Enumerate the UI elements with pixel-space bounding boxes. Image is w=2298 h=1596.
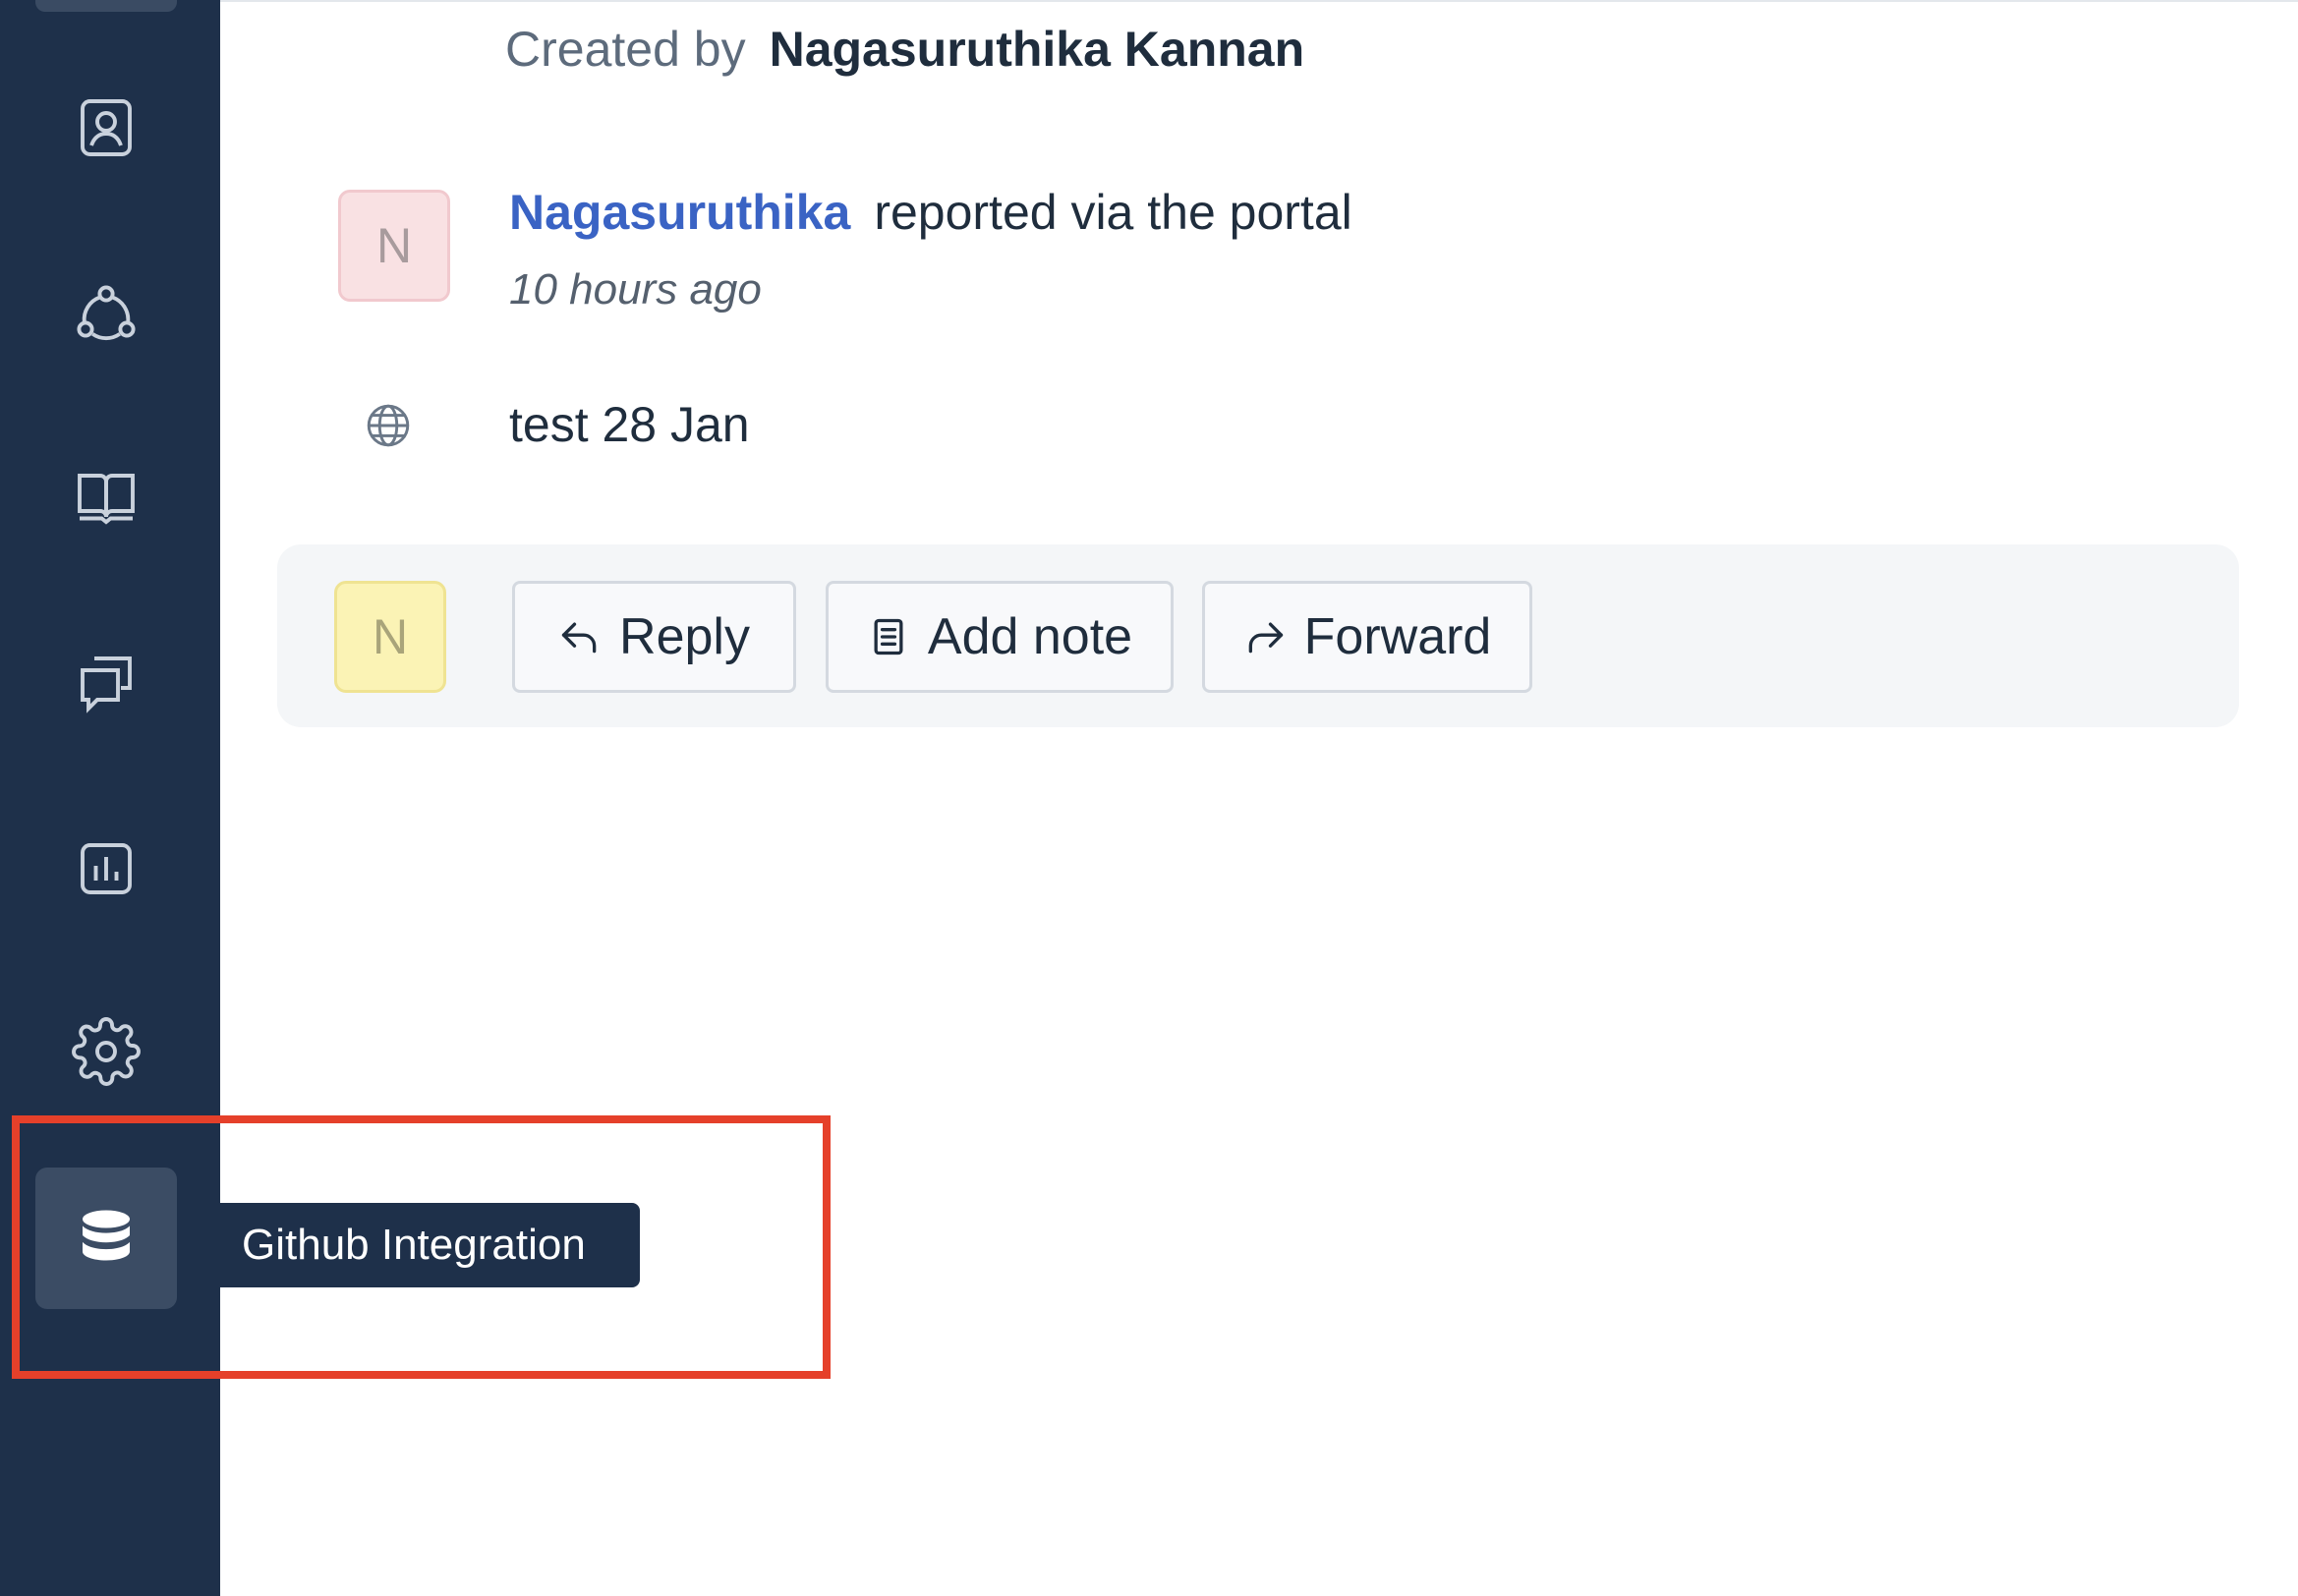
created-by-line: Created by Nagasuruthika Kannan (505, 18, 1304, 81)
reporter-name-link[interactable]: Nagasuruthika (509, 185, 850, 240)
globe-icon (367, 404, 410, 447)
reply-button-label: Reply (619, 608, 750, 665)
forward-button[interactable]: Forward (1202, 581, 1532, 693)
created-by-name: Nagasuruthika Kannan (769, 22, 1305, 77)
sidebar-tooltip: Github Integration (199, 1203, 640, 1287)
reporter-avatar: N (338, 190, 450, 302)
main-top-divider (220, 0, 2298, 2)
add-note-button[interactable]: Add note (826, 581, 1174, 693)
sidebar-item-settings[interactable] (35, 981, 177, 1122)
sidebar-item-contacts[interactable] (35, 57, 177, 199)
ticket-subject: test 28 Jan (509, 397, 750, 452)
agent-avatar: N (334, 581, 446, 693)
sidebar-item-knowledge-base[interactable] (35, 426, 177, 567)
note-icon (874, 618, 903, 656)
conversations-icon (81, 656, 132, 713)
sidebar-item-teams[interactable] (35, 244, 177, 385)
team-network-icon (77, 285, 136, 341)
settings-gear-icon (72, 1017, 141, 1086)
activity-line: Nagasuruthika reported via the portal (509, 181, 1352, 244)
reply-button[interactable]: Reply (512, 581, 796, 693)
sidebar-top-item[interactable] (35, 0, 177, 12)
activity-action: reported via the portal (874, 185, 1352, 240)
reports-chart-icon (81, 843, 132, 894)
reply-arrow-icon (561, 622, 597, 654)
contact-card-icon (81, 99, 132, 156)
sidebar-item-conversations[interactable] (35, 611, 177, 753)
knowledge-book-icon (78, 474, 135, 525)
forward-button-label: Forward (1303, 608, 1492, 665)
add-note-button-label: Add note (927, 608, 1133, 665)
created-by-label: Created by (505, 22, 746, 77)
activity-timestamp: 10 hours ago (509, 265, 762, 314)
forward-arrow-icon (1248, 622, 1283, 654)
sidebar-item-reports[interactable] (35, 798, 177, 940)
